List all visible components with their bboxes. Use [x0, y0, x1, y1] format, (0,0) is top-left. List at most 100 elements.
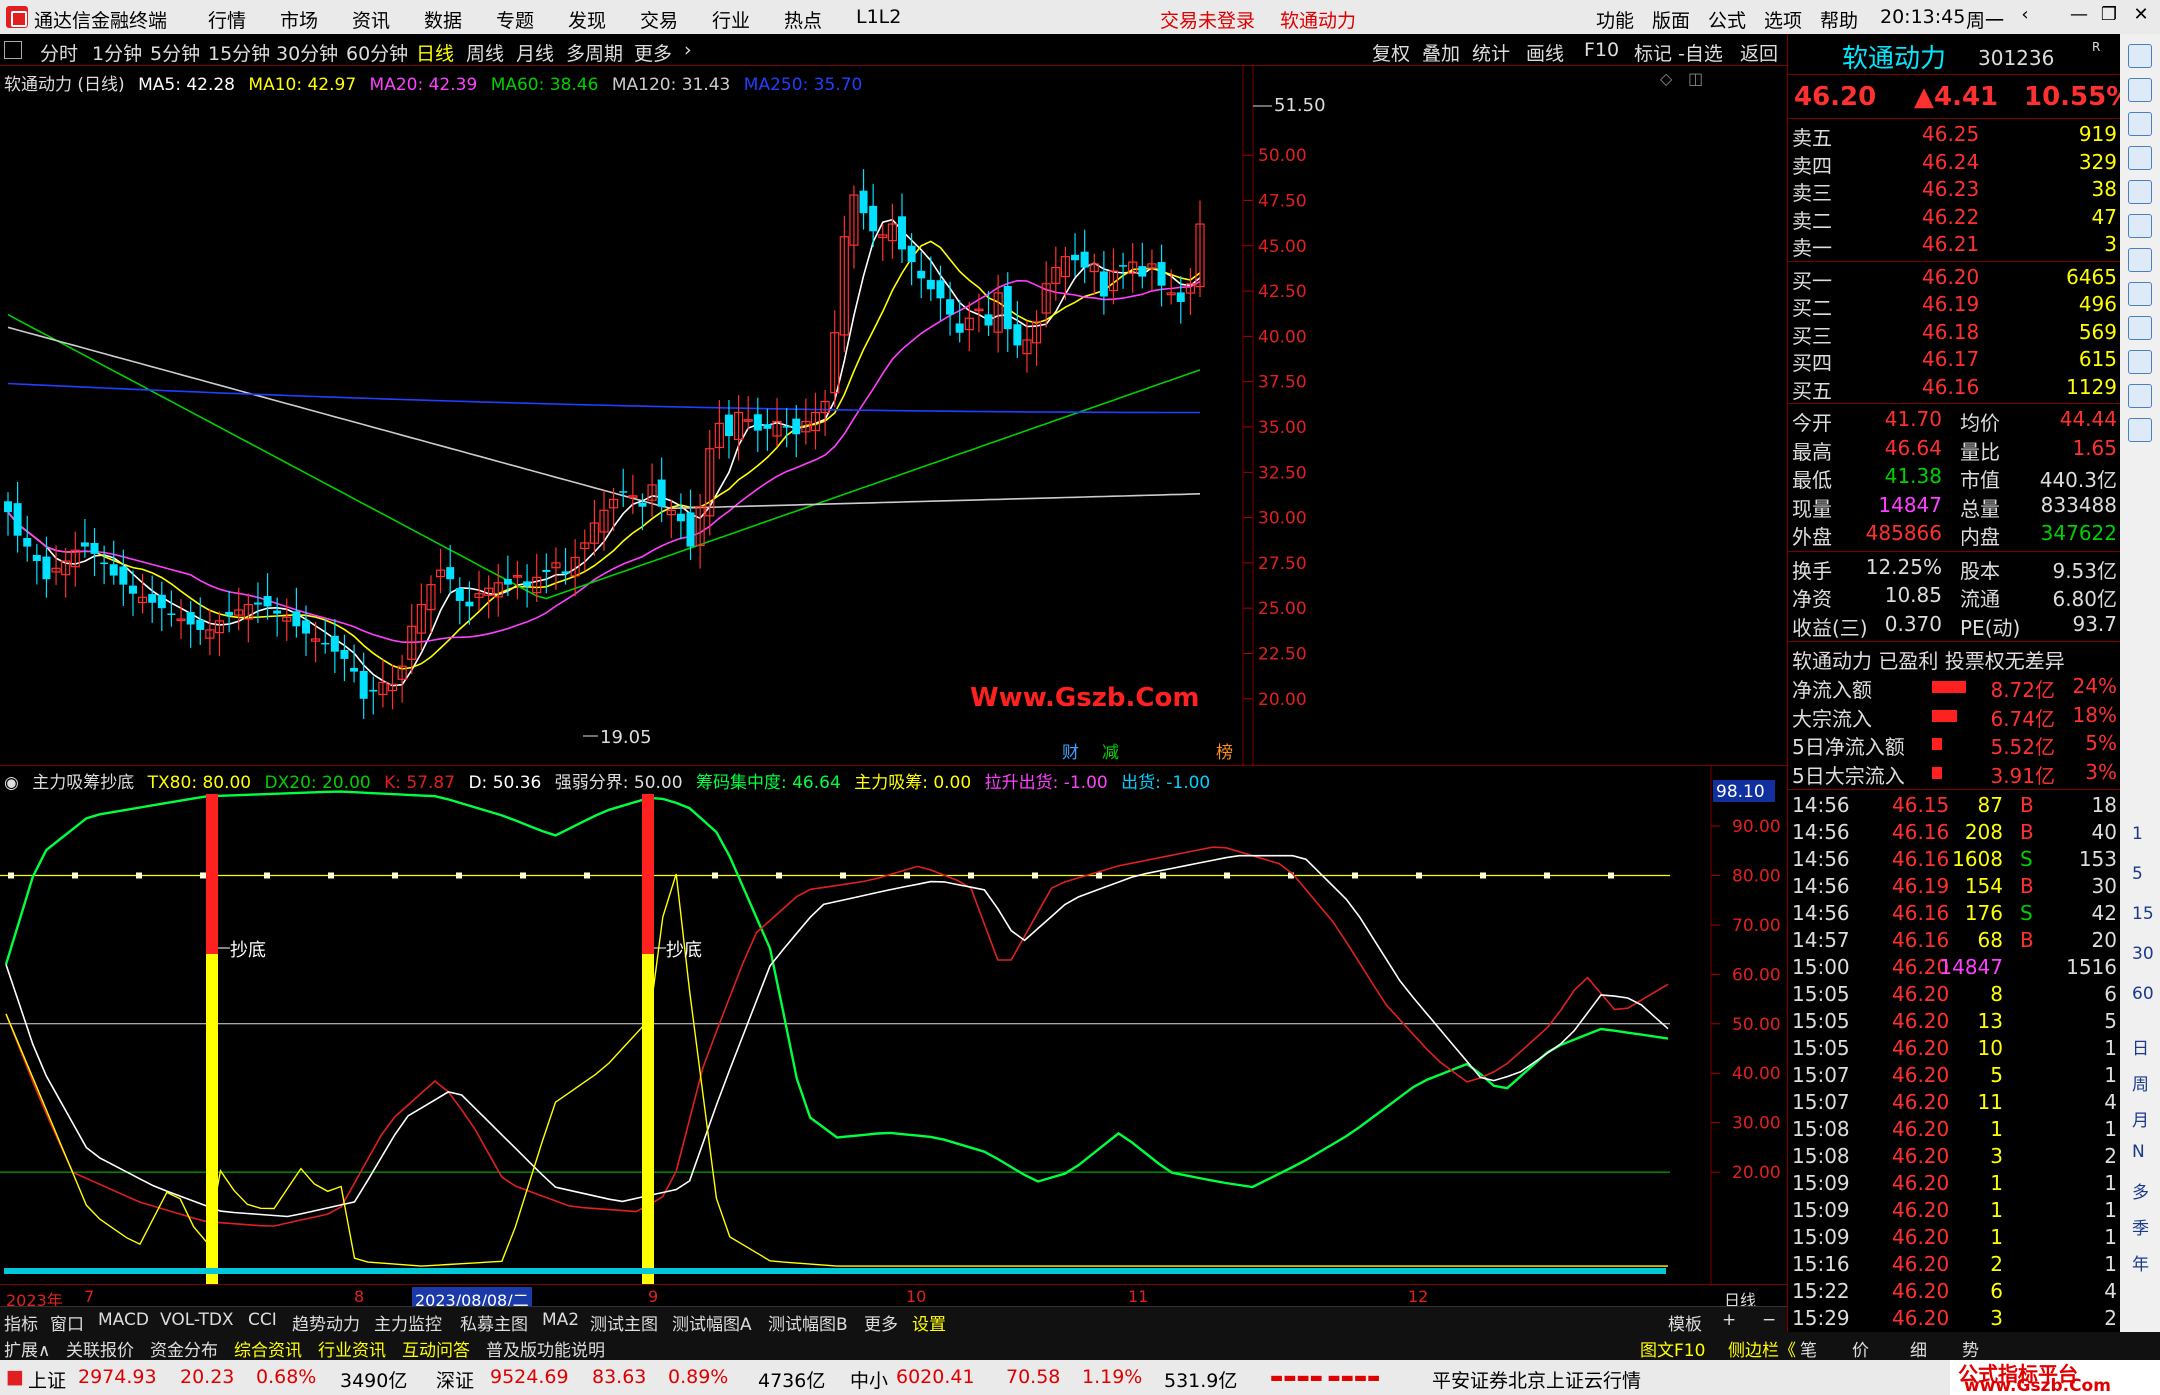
tick-row[interactable]: 15:07 46.20 5 1 [1792, 1063, 2117, 1091]
tick-row[interactable]: 14:56 46.16 176 S 42 [1792, 901, 2117, 929]
list-icon[interactable] [2128, 384, 2152, 408]
tick-row[interactable]: 15:22 46.20 6 4 [1792, 1279, 2117, 1307]
period-15min[interactable]: 15分钟 [208, 39, 270, 66]
tool-mark[interactable]: 标记 [1634, 39, 1672, 66]
chart-up-icon[interactable] [2128, 214, 2152, 238]
event-mark-finance[interactable]: 财 [1062, 743, 1079, 763]
info-industry-news[interactable]: 行业资讯 [318, 1336, 386, 1361]
menu-hot[interactable]: 热点 [784, 6, 822, 33]
info-fund-distribution[interactable]: 资金分布 [150, 1336, 218, 1361]
menu-discover[interactable]: 发现 [568, 6, 606, 33]
diamond-icon[interactable]: ◇ [1660, 69, 1673, 88]
info-feature-guide[interactable]: 普及版功能说明 [486, 1336, 605, 1361]
tick-row[interactable]: 14:56 46.16 1608 S 153 [1792, 847, 2117, 875]
tool-stats[interactable]: 统计 [1472, 39, 1510, 66]
index-sh-name[interactable]: 上证 [28, 1366, 66, 1393]
minimize-icon[interactable]: — [2064, 4, 2094, 30]
tick-row[interactable]: 15:29 46.20 3 2 [1792, 1306, 2117, 1334]
chart-line-icon[interactable] [2128, 248, 2152, 272]
up-arrow-icon[interactable] [2128, 78, 2152, 102]
tick-row[interactable]: 15:05 46.20 10 1 [1792, 1036, 2117, 1064]
strip-period-char[interactable]: 月 [2132, 1106, 2149, 1131]
sell-row[interactable]: 卖五 46.25 919 [1792, 122, 2117, 150]
back-icon[interactable]: ‹ [2010, 4, 2040, 30]
tick-row[interactable]: 15:00 46.20 14847 1516 [1792, 955, 2117, 983]
bar-chart-icon[interactable] [2128, 282, 2152, 306]
sell-row[interactable]: 卖三 46.23 38 [1792, 177, 2117, 205]
menu-layout[interactable]: 版面 [1652, 6, 1690, 33]
index-sz-name[interactable]: 深证 [436, 1366, 474, 1393]
info-f10-graphic[interactable]: 图文F10 [1640, 1336, 1705, 1361]
candlestick-chart[interactable]: 50.00 47.50 45.00 42.50 40.00 37.50 35.00 32.50… [0, 66, 1787, 766]
tool-draw[interactable]: 画线 [1526, 39, 1564, 66]
strip-period-num[interactable]: 1 [2132, 824, 2143, 844]
info-tab-price[interactable]: 价 [1852, 1336, 1869, 1361]
info-related-quotes[interactable]: 关联报价 [66, 1336, 134, 1361]
menu-market[interactable]: 市场 [280, 6, 318, 33]
strip-period-num[interactable]: 15 [2132, 904, 2154, 924]
remove-icon[interactable]: − [1762, 1310, 1776, 1330]
menu-quotes[interactable]: 行情 [208, 6, 246, 33]
f10-icon[interactable] [2128, 350, 2152, 374]
add-icon[interactable]: + [1722, 1310, 1736, 1330]
tick-row[interactable]: 15:05 46.20 8 6 [1792, 982, 2117, 1010]
tool-overlay[interactable]: 叠加 [1422, 39, 1460, 66]
info-tab-tick[interactable]: 笔 [1800, 1336, 1817, 1361]
tick-row[interactable]: 15:05 46.20 13 5 [1792, 1009, 2117, 1037]
strip-close-icon[interactable] [2128, 44, 2152, 68]
tick-row[interactable]: 15:08 46.20 3 2 [1792, 1144, 2117, 1172]
tick-row[interactable]: 14:56 46.19 154 B 30 [1792, 874, 2117, 902]
tick-row[interactable]: 15:08 46.20 1 1 [1792, 1117, 2117, 1145]
buy-row[interactable]: 买一 46.20 6465 [1792, 265, 2117, 293]
period-30min[interactable]: 30分钟 [276, 39, 338, 66]
event-mark-reduce[interactable]: 减 [1102, 743, 1119, 763]
period-daily[interactable]: 日线 [416, 39, 454, 66]
strip-period-num[interactable]: 60 [2132, 984, 2154, 1004]
restore-icon[interactable]: ❐ [2094, 4, 2124, 30]
period-5min[interactable]: 5分钟 [150, 39, 200, 66]
menu-options[interactable]: 选项 [1764, 6, 1802, 33]
strip-period-char[interactable]: N [2132, 1142, 2145, 1162]
buy-row[interactable]: 买三 46.18 569 [1792, 320, 2117, 348]
tool-back[interactable]: 返回 [1740, 39, 1778, 66]
strip-period-char[interactable]: 日 [2132, 1034, 2149, 1059]
layout-icon[interactable] [2128, 418, 2152, 442]
book-icon[interactable] [2128, 180, 2152, 204]
sell-row[interactable]: 卖四 46.24 329 [1792, 150, 2117, 178]
info-expand[interactable]: 扩展∧ [4, 1336, 50, 1361]
strip-period-char[interactable]: 多 [2132, 1178, 2149, 1203]
period-multi[interactable]: 多周期 [566, 39, 623, 66]
tool-adjust[interactable]: 复权 [1372, 39, 1410, 66]
tick-row[interactable]: 14:56 46.16 208 B 40 [1792, 820, 2117, 848]
panel-toggle-icon[interactable] [4, 41, 22, 59]
menu-data[interactable]: 数据 [424, 6, 462, 33]
period-monthly[interactable]: 月线 [516, 39, 554, 66]
tick-row[interactable]: 14:56 46.15 87 B 18 [1792, 793, 2117, 821]
strip-period-char[interactable]: 年 [2132, 1250, 2149, 1275]
menu-formula[interactable]: 公式 [1708, 6, 1746, 33]
strip-period-num[interactable]: 30 [2132, 944, 2154, 964]
tab-vol-tdx[interactable]: VOL-TDX [160, 1310, 234, 1330]
menu-function[interactable]: 功能 [1596, 6, 1634, 33]
chart-close-icon[interactable]: ◫ [1688, 69, 1703, 88]
tick-row[interactable]: 15:09 46.20 1 1 [1792, 1225, 2117, 1253]
strip-period-num[interactable]: 5 [2132, 864, 2143, 884]
buy-row[interactable]: 买四 46.17 615 [1792, 347, 2117, 375]
menu-industry[interactable]: 行业 [712, 6, 750, 33]
tool-f10[interactable]: F10 [1584, 39, 1619, 61]
strip-period-char[interactable]: 季 [2132, 1214, 2149, 1239]
menu-topics[interactable]: 专题 [496, 6, 534, 33]
tick-row[interactable]: 14:57 46.16 68 B 20 [1792, 928, 2117, 956]
stock-tags-row[interactable]: 软通动力 已盈利 投票权无差异 [1792, 645, 2117, 673]
tool-remove-watch[interactable]: -自选 [1678, 39, 1723, 66]
period-weekly[interactable]: 周线 [466, 39, 504, 66]
sell-row[interactable]: 卖一 46.21 3 [1792, 232, 2117, 260]
menu-help[interactable]: 帮助 [1820, 6, 1858, 33]
info-general-news[interactable]: 综合资讯 [234, 1336, 302, 1361]
tick-row[interactable]: 15:16 46.20 2 1 [1792, 1252, 2117, 1280]
sell-row[interactable]: 卖二 46.22 47 [1792, 205, 2117, 233]
info-tab-detail[interactable]: 细 [1910, 1336, 1927, 1361]
menu-l1l2[interactable]: L1L2 [856, 6, 901, 28]
tab-ma2[interactable]: MA2 [542, 1310, 579, 1330]
login-status[interactable]: 交易未登录 [1160, 6, 1255, 33]
